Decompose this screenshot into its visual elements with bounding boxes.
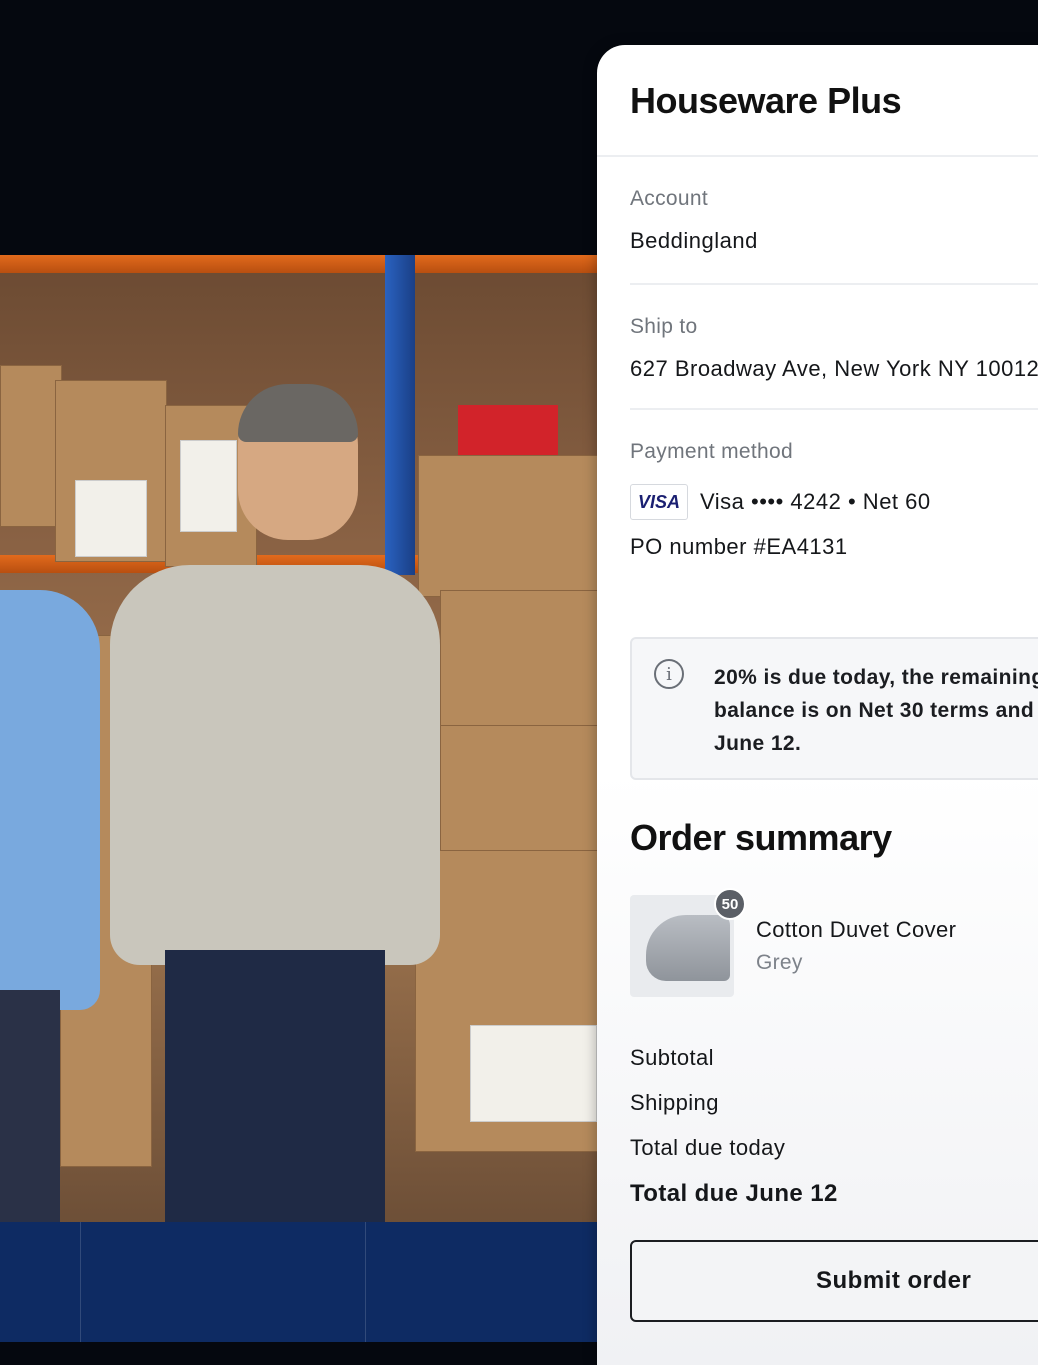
account-section: Account Beddingland (630, 157, 1038, 285)
subtotal-label: Subtotal (630, 1045, 714, 1070)
ship-to-address: 627 Broadway Ave, New York NY 10012 (630, 356, 1038, 381)
floor-graphic (0, 1222, 620, 1342)
payment-section: Payment method VISA Visa •••• 4242 • Net… (630, 410, 1038, 560)
order-summary-title: Order summary (630, 817, 892, 858)
notice-line-2: balance is on Net 30 terms and (714, 699, 1035, 722)
po-number: PO number #EA4131 (630, 534, 848, 559)
total-due-today-label: Total due today (630, 1135, 786, 1160)
payment-label: Payment method (630, 440, 793, 463)
account-label: Account (630, 187, 708, 210)
notice-line-1: 20% is due today, the remaining (714, 666, 1038, 689)
submit-order-button[interactable]: Submit order (630, 1240, 1038, 1322)
payment-terms-notice: i 20% is due today, the remaining balanc… (630, 637, 1038, 780)
background-photo (0, 255, 620, 1225)
checkout-panel: Houseware Plus Account Beddingland Ship … (597, 45, 1038, 1365)
card-details: Visa •••• 4242 • Net 60 (700, 489, 931, 514)
ship-to-section: Ship to 627 Broadway Ave, New York NY 10… (630, 285, 1038, 410)
visa-card-icon: VISA (630, 484, 688, 520)
total-due-later-label: Total due June 12 (630, 1180, 838, 1207)
totals: Subtotal Shipping Total due today Total … (630, 1035, 838, 1217)
ship-to-label: Ship to (630, 315, 698, 338)
quantity-badge: 50 (714, 888, 746, 920)
panel-header: Houseware Plus (597, 45, 1038, 157)
notice-line-3: June 12. (714, 732, 802, 755)
item-name: Cotton Duvet Cover (756, 917, 957, 942)
item-variant: Grey (756, 951, 803, 974)
account-value: Beddingland (630, 228, 758, 253)
info-icon: i (654, 659, 684, 689)
brand-title: Houseware Plus (630, 80, 902, 121)
shipping-label: Shipping (630, 1090, 719, 1115)
notice-text: 20% is due today, the remaining balance … (714, 661, 1038, 760)
